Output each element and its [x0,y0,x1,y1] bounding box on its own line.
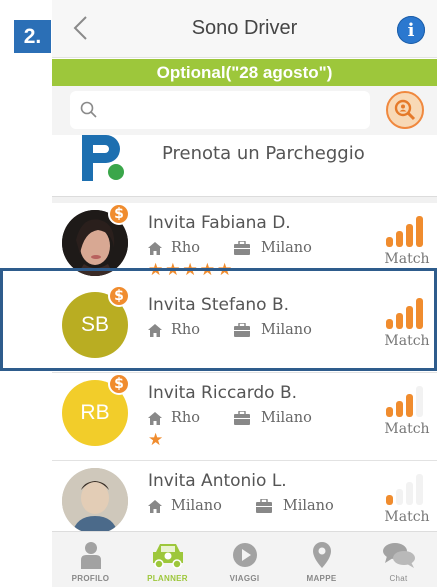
list-item[interactable]: RB $ Invita Riccardo B. Rho Milano ★ Mat… [52,373,437,461]
home-icon [148,241,162,255]
tab-label: PROFILO [71,574,110,583]
phone-screen: Sono Driver i Optional("28 agosto") Pren… [52,0,437,587]
match-label: Match [384,251,430,267]
search-icon [80,101,97,118]
work-city: Milano [261,410,312,426]
parking-row[interactable]: Prenota un Parcheggio [52,135,437,197]
date-banner: Optional("28 agosto") [52,59,437,86]
paid-badge-icon: $ [108,203,130,225]
route-info: Rho Milano [148,322,312,338]
search-area [52,86,437,135]
search-people-button[interactable] [386,91,424,129]
tab-label: MAPPE [306,574,337,583]
chat-icon [382,543,415,568]
tab-mappe[interactable]: MAPPE [283,532,360,587]
tab-label: Chat [389,574,408,583]
tab-label: PLANNER [147,574,188,583]
parking-label: Prenota un Parcheggio [162,143,365,164]
briefcase-icon [234,241,250,255]
paid-badge-icon: $ [108,373,130,395]
match-indicator[interactable]: Match [382,469,430,531]
match-indicator[interactable]: Match [382,211,430,273]
work-city: Milano [261,240,312,256]
car-icon [152,544,183,569]
home-icon [148,411,162,425]
briefcase-icon [255,499,272,513]
home-icon [148,499,162,513]
briefcase-icon [234,323,250,337]
route-info: Rho Milano [148,240,312,256]
top-bar: Sono Driver i [52,0,437,58]
work-city: Milano [261,322,312,338]
person-icon [80,542,101,569]
signal-bars-icon [386,474,423,505]
list-item[interactable]: Invita Antonio L. Milano Milano Match [52,461,437,534]
route-info: Rho Milano [148,410,312,426]
invite-name: Invita Riccardo B. [148,383,298,403]
tab-planner[interactable]: PLANNER [129,532,206,587]
home-city: Rho [171,322,200,338]
match-indicator[interactable]: Match [382,293,430,355]
match-label: Match [384,333,430,349]
home-icon [148,323,162,337]
info-icon[interactable]: i [397,16,425,44]
tab-bar: PROFILO PLANNER VIAGGI MAPPE Chat [52,531,437,587]
rating-stars: ★ [148,430,166,450]
tab-profilo[interactable]: PROFILO [52,532,129,587]
map-pin-icon [312,542,331,568]
invite-name: Invita Stefano B. [148,295,290,315]
search-input[interactable] [70,91,370,129]
tab-label: VIAGGI [229,574,260,583]
page-title: Sono Driver [191,17,298,39]
paid-badge-icon: $ [108,285,130,307]
match-label: Match [384,509,430,525]
route-info: Milano Milano [148,498,334,514]
signal-bars-icon [386,216,423,247]
work-city: Milano [282,498,334,514]
home-city: Milano [171,498,222,514]
signal-bars-icon [386,298,423,329]
search-person-icon [394,99,416,121]
list-item[interactable]: SB $ Invita Stefano B. Rho Milano Match [52,285,437,373]
step-badge: 2. [14,20,51,53]
tab-chat[interactable]: Chat [360,532,437,587]
briefcase-icon [234,411,250,425]
signal-bars-icon [386,386,423,417]
match-indicator[interactable]: Match [382,381,430,443]
home-city: Rho [171,410,200,426]
rating-stars: ★★★★★ [148,260,235,280]
home-city: Rho [171,240,200,256]
parking-logo-icon [82,135,124,181]
list-item[interactable]: $ Invita Fabiana D. Rho Milano ★★★★★ Mat… [52,203,437,291]
tab-viaggi[interactable]: VIAGGI [206,532,283,587]
play-icon [232,543,257,567]
avatar [62,468,128,534]
invite-name: Invita Fabiana D. [148,213,291,233]
invite-name: Invita Antonio L. [148,471,287,491]
match-label: Match [384,421,430,437]
avatar-photo [62,468,128,534]
